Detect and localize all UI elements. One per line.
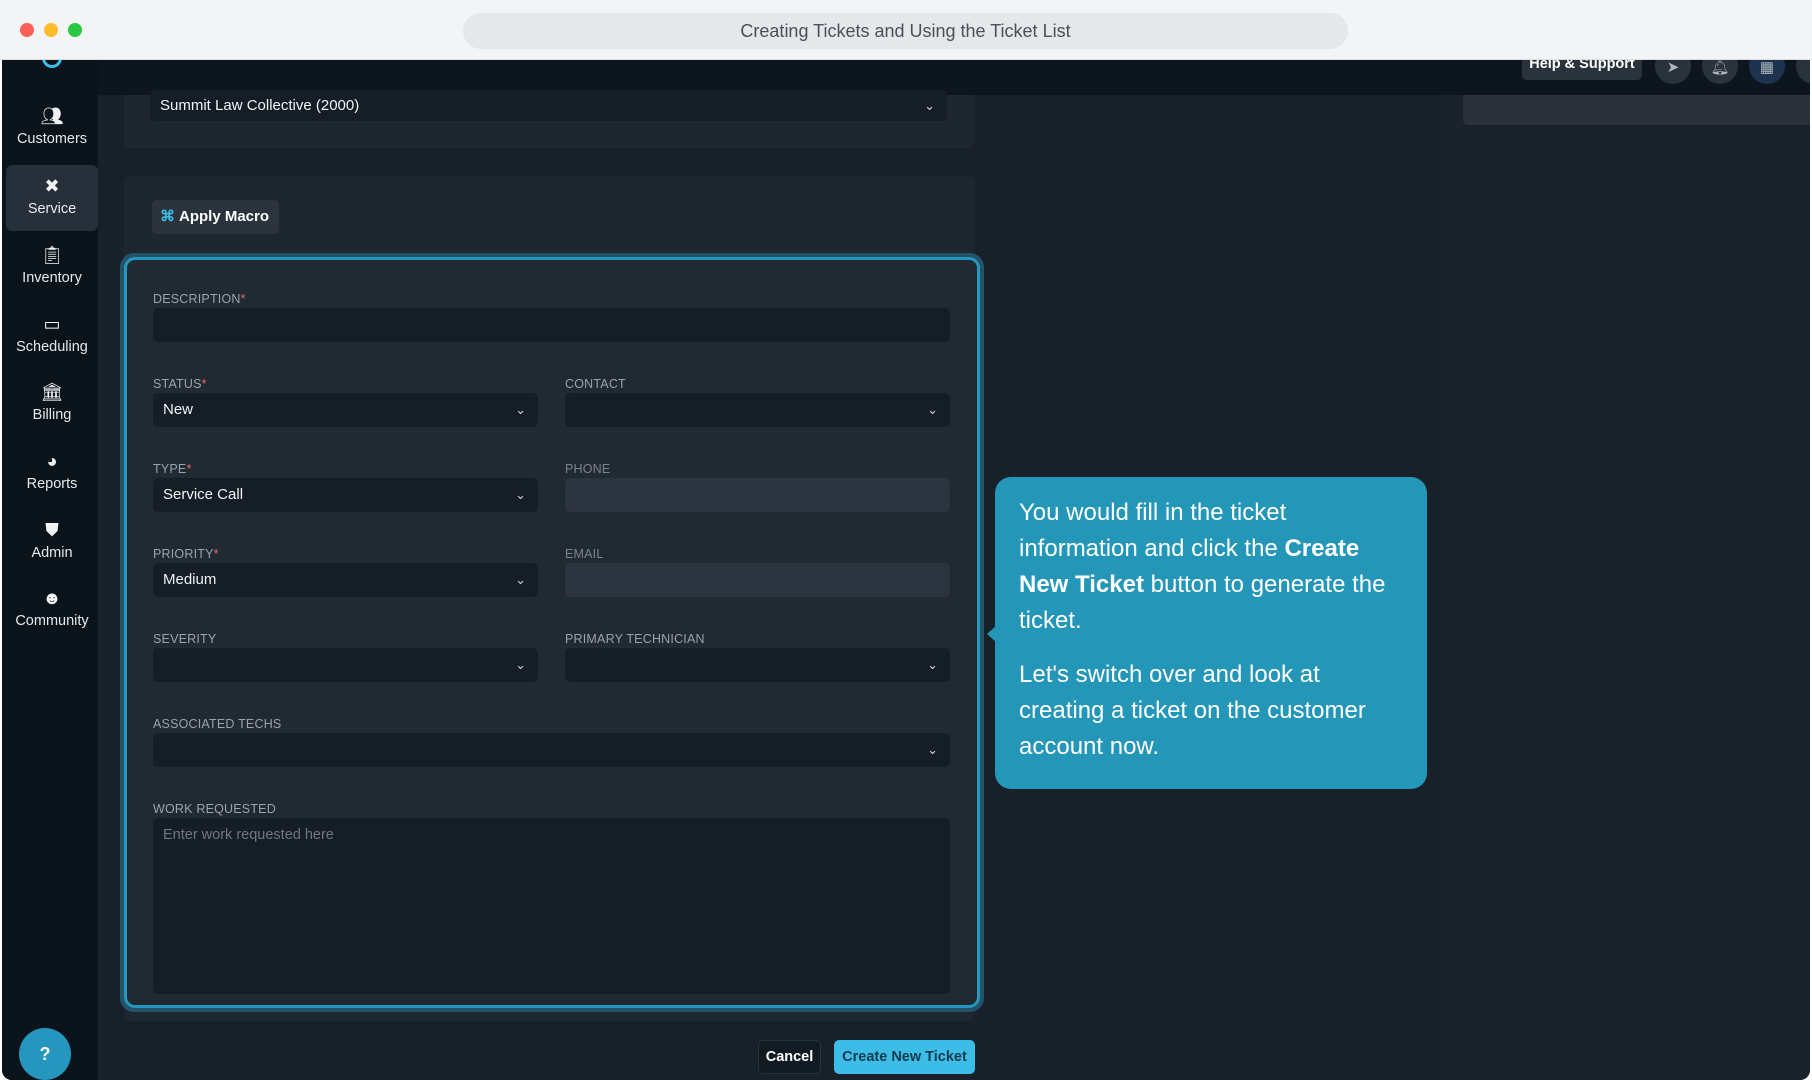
window-titlebar: Creating Tickets and Using the Ticket Li… bbox=[0, 0, 1812, 60]
create-new-ticket-button[interactable]: Create New Ticket bbox=[834, 1040, 975, 1074]
minimize-window-button[interactable] bbox=[44, 23, 58, 37]
primary-technician-select[interactable]: ⌄ bbox=[565, 648, 950, 682]
close-window-button[interactable] bbox=[20, 23, 34, 37]
walkthrough-tooltip: You would fill in the ticket information… bbox=[995, 477, 1427, 789]
help-button[interactable]: ? bbox=[19, 1028, 71, 1080]
type-select[interactable]: Service Call ⌄ bbox=[153, 478, 538, 512]
status-label: STATUS* bbox=[153, 377, 207, 391]
status-select[interactable]: New ⌄ bbox=[153, 393, 538, 427]
chevron-down-icon: ⌄ bbox=[515, 657, 526, 672]
severity-select[interactable]: ⌄ bbox=[153, 648, 538, 682]
maximize-window-button[interactable] bbox=[68, 23, 82, 37]
sidebar-item-billing[interactable]: 🏛︎ Billing bbox=[6, 371, 98, 437]
clipboard-check-icon: 📋︎ bbox=[40, 245, 64, 265]
work-requested-label: WORK REQUESTED bbox=[153, 802, 276, 816]
chevron-down-icon: ⌄ bbox=[927, 657, 938, 672]
help-support-button[interactable]: Help & Support bbox=[1522, 60, 1642, 80]
community-icon: ☻ bbox=[42, 588, 62, 608]
sidebar-item-scheduling[interactable]: ▭ Scheduling bbox=[6, 303, 98, 369]
sidebar-item-reports[interactable]: ◕ Reports bbox=[6, 440, 98, 506]
chevron-down-icon: ⌄ bbox=[515, 487, 526, 502]
app-logo bbox=[42, 60, 62, 68]
sidebar-item-admin[interactable]: ⛊ Admin bbox=[6, 509, 98, 575]
sidebar-item-inventory[interactable]: 📋︎ Inventory bbox=[6, 234, 98, 300]
cancel-button[interactable]: Cancel bbox=[758, 1040, 821, 1074]
more-icon[interactable] bbox=[1796, 60, 1810, 84]
associated-techs-label: ASSOCIATED TECHS bbox=[153, 717, 282, 731]
chevron-down-icon: ⌄ bbox=[927, 402, 938, 417]
phone-label: PHONE bbox=[565, 462, 611, 476]
app: Help & Support ➤ 🔔︎ ▦ 👥︎ Customers ✖ Servi… bbox=[2, 60, 1810, 1080]
contact-label: CONTACT bbox=[565, 377, 626, 391]
right-panel-card bbox=[1463, 95, 1810, 125]
chevron-down-icon: ⌄ bbox=[515, 402, 526, 417]
chevron-down-icon: ⌄ bbox=[924, 98, 935, 113]
sidebar: 👥︎ Customers ✖ Service 📋︎ Inventory ▭ Schedu… bbox=[2, 60, 98, 1080]
description-label: DESCRIPTION* bbox=[153, 292, 246, 306]
right-panel bbox=[1439, 95, 1810, 1080]
pie-chart-icon: ◕ bbox=[46, 451, 58, 471]
priority-label: PRIORITY* bbox=[153, 547, 219, 561]
type-label: TYPE* bbox=[153, 462, 192, 476]
sidebar-item-service[interactable]: ✖ Service bbox=[6, 165, 98, 231]
primary-technician-label: PRIMARY TECHNICIAN bbox=[565, 632, 705, 646]
description-input[interactable] bbox=[153, 308, 950, 342]
window-title: Creating Tickets and Using the Ticket Li… bbox=[463, 13, 1348, 49]
users-icon: 👥︎ bbox=[40, 106, 64, 126]
apps-icon[interactable]: ▦ bbox=[1749, 60, 1785, 84]
chevron-down-icon: ⌄ bbox=[515, 572, 526, 587]
bank-icon: 🏛︎ bbox=[40, 382, 64, 402]
email-label: EMAIL bbox=[565, 547, 604, 561]
macro-icon: ⌘ bbox=[160, 208, 175, 225]
contact-select[interactable]: ⌄ bbox=[565, 393, 950, 427]
customer-card: Summit Law Collective (2000) ⌄ bbox=[124, 90, 975, 148]
email-input[interactable] bbox=[565, 563, 950, 597]
priority-select[interactable]: Medium ⌄ bbox=[153, 563, 538, 597]
chevron-down-icon: ⌄ bbox=[927, 742, 938, 757]
customer-select[interactable]: Summit Law Collective (2000) ⌄ bbox=[150, 90, 947, 121]
associated-techs-select[interactable]: ⌄ bbox=[153, 733, 950, 767]
shield-user-icon: ⛊ bbox=[45, 520, 59, 540]
apply-macro-button[interactable]: ⌘ Apply Macro bbox=[152, 200, 279, 234]
send-icon[interactable]: ➤ bbox=[1655, 60, 1691, 84]
calendar-icon: ▭ bbox=[43, 314, 61, 334]
sidebar-item-customers[interactable]: 👥︎ Customers bbox=[6, 95, 98, 161]
severity-label: SEVERITY bbox=[153, 632, 217, 646]
phone-input[interactable] bbox=[565, 478, 950, 512]
tools-icon: ✖ bbox=[44, 176, 60, 196]
bell-icon[interactable]: 🔔︎ bbox=[1702, 60, 1738, 84]
work-requested-textarea[interactable]: Enter work requested here bbox=[153, 818, 950, 994]
highlighted-form-section: DESCRIPTION* STATUS* New ⌄ CONTACT ⌄ TYPE… bbox=[124, 257, 980, 1008]
sidebar-item-community[interactable]: ☻ Community bbox=[6, 577, 98, 643]
